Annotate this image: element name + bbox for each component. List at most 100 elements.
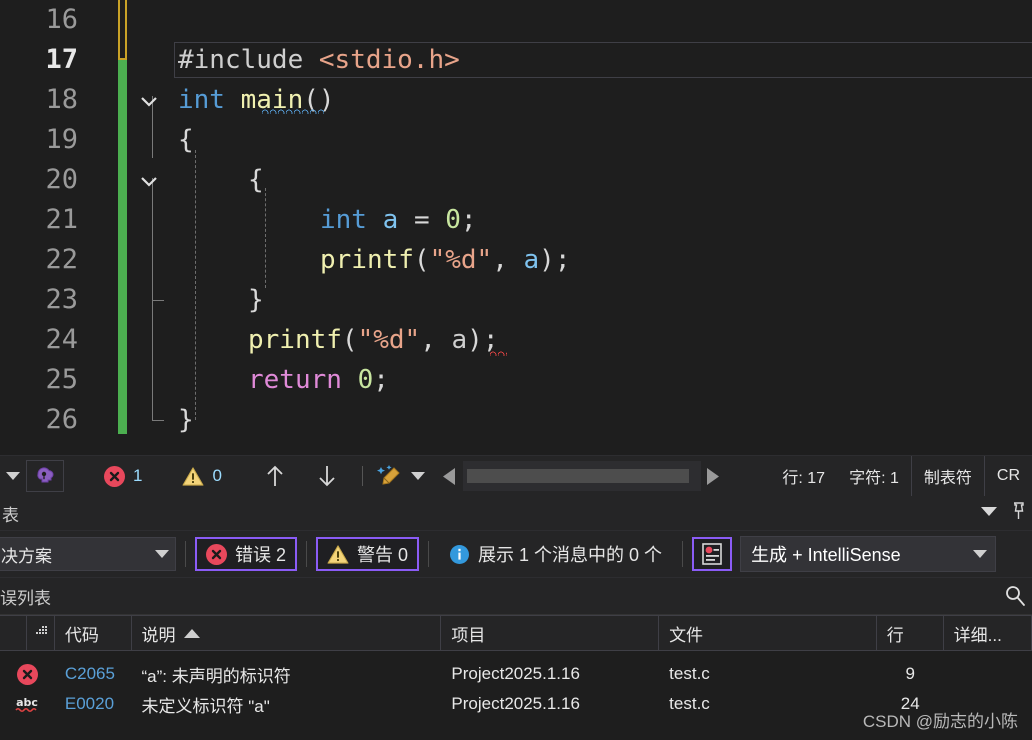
toolbar-divider bbox=[306, 541, 308, 567]
horizontal-scrollbar[interactable] bbox=[437, 461, 727, 491]
code-text: printf("%d", a); bbox=[248, 320, 498, 360]
scope-dropdown[interactable]: 决方案 bbox=[0, 537, 176, 571]
messages-filter-label: 展示 1 个消息中的 0 个 bbox=[478, 545, 663, 565]
column-header-line[interactable]: 行 bbox=[877, 616, 944, 650]
number-literal: 0 bbox=[357, 365, 374, 395]
search-magnifier-icon bbox=[1006, 586, 1025, 606]
row-project: Project2025.1.16 bbox=[451, 664, 580, 683]
search-input[interactable]: 误列表 bbox=[0, 584, 51, 609]
errors-filter-button[interactable]: 错误 2 bbox=[195, 537, 298, 571]
error-list-search-row[interactable]: 误列表 bbox=[0, 578, 1032, 615]
code-cleanup-button[interactable] bbox=[371, 459, 431, 493]
type-keyword: int bbox=[178, 85, 225, 115]
error-filter-toggle-button[interactable] bbox=[692, 537, 733, 571]
row-project: Project2025.1.16 bbox=[451, 694, 580, 713]
info-circle-icon bbox=[450, 544, 470, 564]
search-button[interactable] bbox=[1004, 585, 1032, 607]
brace: } bbox=[178, 405, 194, 435]
row-code: C2065 bbox=[64, 664, 115, 683]
comma: , bbox=[492, 245, 524, 275]
scroll-right-button[interactable] bbox=[701, 461, 727, 491]
status-dropdown-button[interactable] bbox=[0, 460, 26, 492]
warning-count-indicator[interactable]: 0 bbox=[176, 459, 227, 493]
line-ending-indicator[interactable]: CR bbox=[985, 456, 1032, 496]
code-text: #include <stdio.h> bbox=[178, 40, 460, 80]
indent-mode-indicator[interactable]: 制表符 bbox=[910, 456, 985, 496]
fold-toggle-icon[interactable] bbox=[138, 80, 160, 120]
error-circle-icon bbox=[206, 543, 227, 565]
code-text: } bbox=[248, 280, 264, 320]
function-name: printf bbox=[248, 325, 342, 355]
string-literal: "%d" bbox=[429, 245, 493, 275]
warnings-filter-button[interactable]: 警告 0 bbox=[316, 537, 420, 571]
column-chooser-button[interactable] bbox=[27, 616, 55, 650]
sort-ascending-icon bbox=[183, 628, 200, 638]
fold-toggle-icon[interactable] bbox=[138, 160, 160, 200]
warnings-filter-label: 警告 0 bbox=[357, 545, 409, 565]
code-text: } bbox=[178, 400, 194, 440]
function-name: printf bbox=[320, 245, 414, 275]
assign-operator: = bbox=[413, 205, 430, 235]
intellisense-button[interactable] bbox=[26, 460, 64, 492]
code-line[interactable]: 16 bbox=[0, 0, 1032, 40]
column-header-file[interactable]: 文件 bbox=[659, 616, 877, 650]
build-scope-value: 生成 + IntelliSense bbox=[751, 545, 901, 565]
messages-filter-button[interactable]: 展示 1 个消息中的 0 个 bbox=[438, 537, 673, 571]
code-line[interactable]: 25 return 0; bbox=[0, 360, 1032, 400]
column-indicator[interactable]: 字符: 1 bbox=[837, 456, 911, 496]
scrollbar-track[interactable] bbox=[462, 461, 701, 491]
column-header-project[interactable]: 项目 bbox=[441, 616, 660, 650]
status-divider bbox=[361, 466, 363, 486]
code-text: printf("%d", a); bbox=[320, 240, 570, 280]
string-literal: "%d" bbox=[357, 325, 421, 355]
red-squiggle-underline bbox=[490, 350, 507, 356]
error-filter-icon bbox=[702, 543, 722, 565]
code-line[interactable]: 22 printf("%d", a); bbox=[0, 240, 1032, 280]
arrow-up-icon bbox=[267, 465, 283, 486]
code-line[interactable]: 20 { bbox=[0, 160, 1032, 200]
line-indicator[interactable]: 行: 17 bbox=[770, 456, 837, 496]
line-number: 26 bbox=[45, 404, 78, 435]
code-editor[interactable]: 16 17 #include <stdio.h> 18 int main() 1… bbox=[0, 0, 1032, 455]
blue-squiggle-underline bbox=[262, 108, 324, 114]
code-text: { bbox=[178, 120, 194, 160]
table-header-row: 代码 说明 项目 文件 行 详细... bbox=[0, 615, 1032, 651]
row-details bbox=[944, 659, 1032, 689]
previous-error-button[interactable] bbox=[258, 459, 292, 493]
column-header-description[interactable]: 说明 bbox=[132, 616, 442, 650]
arrow-down-icon bbox=[319, 466, 335, 487]
code-line-current[interactable]: 17 #include <stdio.h> bbox=[0, 40, 1032, 80]
error-count-indicator[interactable]: 1 bbox=[98, 459, 148, 493]
code-line[interactable]: 19 { bbox=[0, 120, 1032, 160]
build-scope-dropdown[interactable]: 生成 + IntelliSense bbox=[740, 536, 997, 572]
code-text: int main() bbox=[178, 80, 335, 120]
warning-triangle-icon bbox=[327, 544, 349, 564]
scrollbar-thumb[interactable] bbox=[466, 469, 689, 483]
code-line[interactable]: 21 int a = 0; bbox=[0, 200, 1032, 240]
panel-pin-button[interactable] bbox=[1011, 501, 1026, 525]
chevron-down-icon bbox=[973, 549, 988, 558]
column-header-details[interactable]: 详细... bbox=[944, 616, 1032, 650]
warning-count: 0 bbox=[212, 466, 222, 485]
row-severity-icon bbox=[0, 659, 55, 689]
code-text: int a = 0; bbox=[320, 200, 477, 240]
svg-text:abc: abc bbox=[17, 696, 39, 709]
code-line[interactable]: 24 printf("%d", a); bbox=[0, 320, 1032, 360]
pin-icon bbox=[1014, 501, 1024, 519]
code-line[interactable]: 26 } bbox=[0, 400, 1032, 440]
column-header-code[interactable]: 代码 bbox=[55, 616, 132, 650]
line-number: 18 bbox=[45, 84, 78, 115]
panel-menu-button[interactable] bbox=[981, 504, 997, 522]
scroll-left-button[interactable] bbox=[437, 461, 463, 491]
line-number: 21 bbox=[45, 204, 78, 235]
include-header: <stdio.h> bbox=[318, 45, 460, 75]
code-line[interactable]: 18 int main() bbox=[0, 80, 1032, 120]
table-row[interactable]: C2065 “a”: 未声明的标识符 Project2025.1.16 test… bbox=[0, 659, 1032, 689]
chevron-down-icon bbox=[981, 507, 997, 516]
row-file: test.c bbox=[669, 694, 710, 713]
next-error-button[interactable] bbox=[310, 459, 344, 493]
panel-header-controls bbox=[981, 501, 1032, 525]
panel-header: 表 bbox=[0, 496, 1032, 531]
code-line[interactable]: 23 } bbox=[0, 280, 1032, 320]
